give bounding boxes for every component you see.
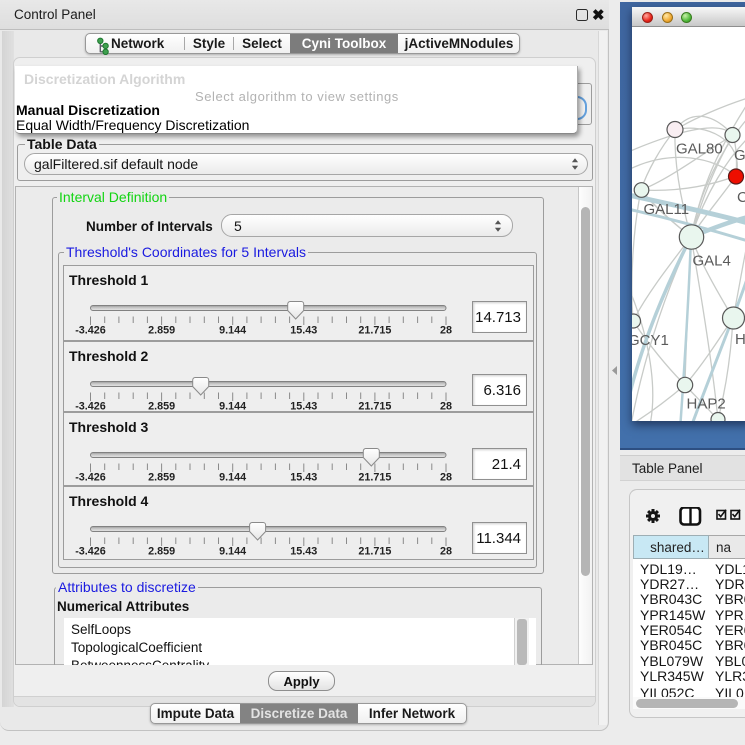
svg-text:2.859: 2.859 (148, 546, 175, 558)
svg-text:2.859: 2.859 (148, 472, 175, 484)
svg-text:-3.426: -3.426 (75, 546, 106, 558)
svg-text:15.43: 15.43 (290, 325, 317, 337)
svg-text:9.144: 9.144 (219, 546, 246, 558)
svg-text:GA: GA (734, 147, 745, 164)
svg-text:15.43: 15.43 (290, 401, 317, 413)
svg-text:GCY1: GCY1 (632, 332, 669, 349)
svg-text:28: 28 (440, 546, 452, 558)
svg-text:GAL11: GAL11 (644, 201, 690, 218)
svg-text:21.715: 21.715 (358, 401, 391, 413)
svg-text:HAP2: HAP2 (687, 396, 726, 413)
svg-text:28: 28 (440, 401, 452, 413)
svg-text:21.715: 21.715 (358, 546, 391, 558)
svg-text:-3.426: -3.426 (75, 325, 106, 337)
svg-text:9.144: 9.144 (219, 472, 246, 484)
svg-text:21.715: 21.715 (358, 472, 391, 484)
svg-text:28: 28 (440, 325, 452, 337)
svg-text:2.859: 2.859 (148, 325, 175, 337)
svg-text:9.144: 9.144 (219, 325, 246, 337)
svg-text:HI: HI (735, 331, 745, 348)
svg-text:GAL4: GAL4 (693, 253, 731, 270)
svg-text:-3.426: -3.426 (75, 401, 106, 413)
svg-text:21.715: 21.715 (358, 325, 391, 337)
svg-text:GAL80: GAL80 (676, 141, 723, 158)
svg-text:28: 28 (440, 472, 452, 484)
svg-text:9.144: 9.144 (219, 401, 246, 413)
svg-text:15.43: 15.43 (290, 472, 317, 484)
svg-text:CD: CD (737, 189, 745, 206)
svg-text:15.43: 15.43 (290, 546, 317, 558)
svg-text:2.859: 2.859 (148, 401, 175, 413)
svg-text:-3.426: -3.426 (75, 472, 106, 484)
